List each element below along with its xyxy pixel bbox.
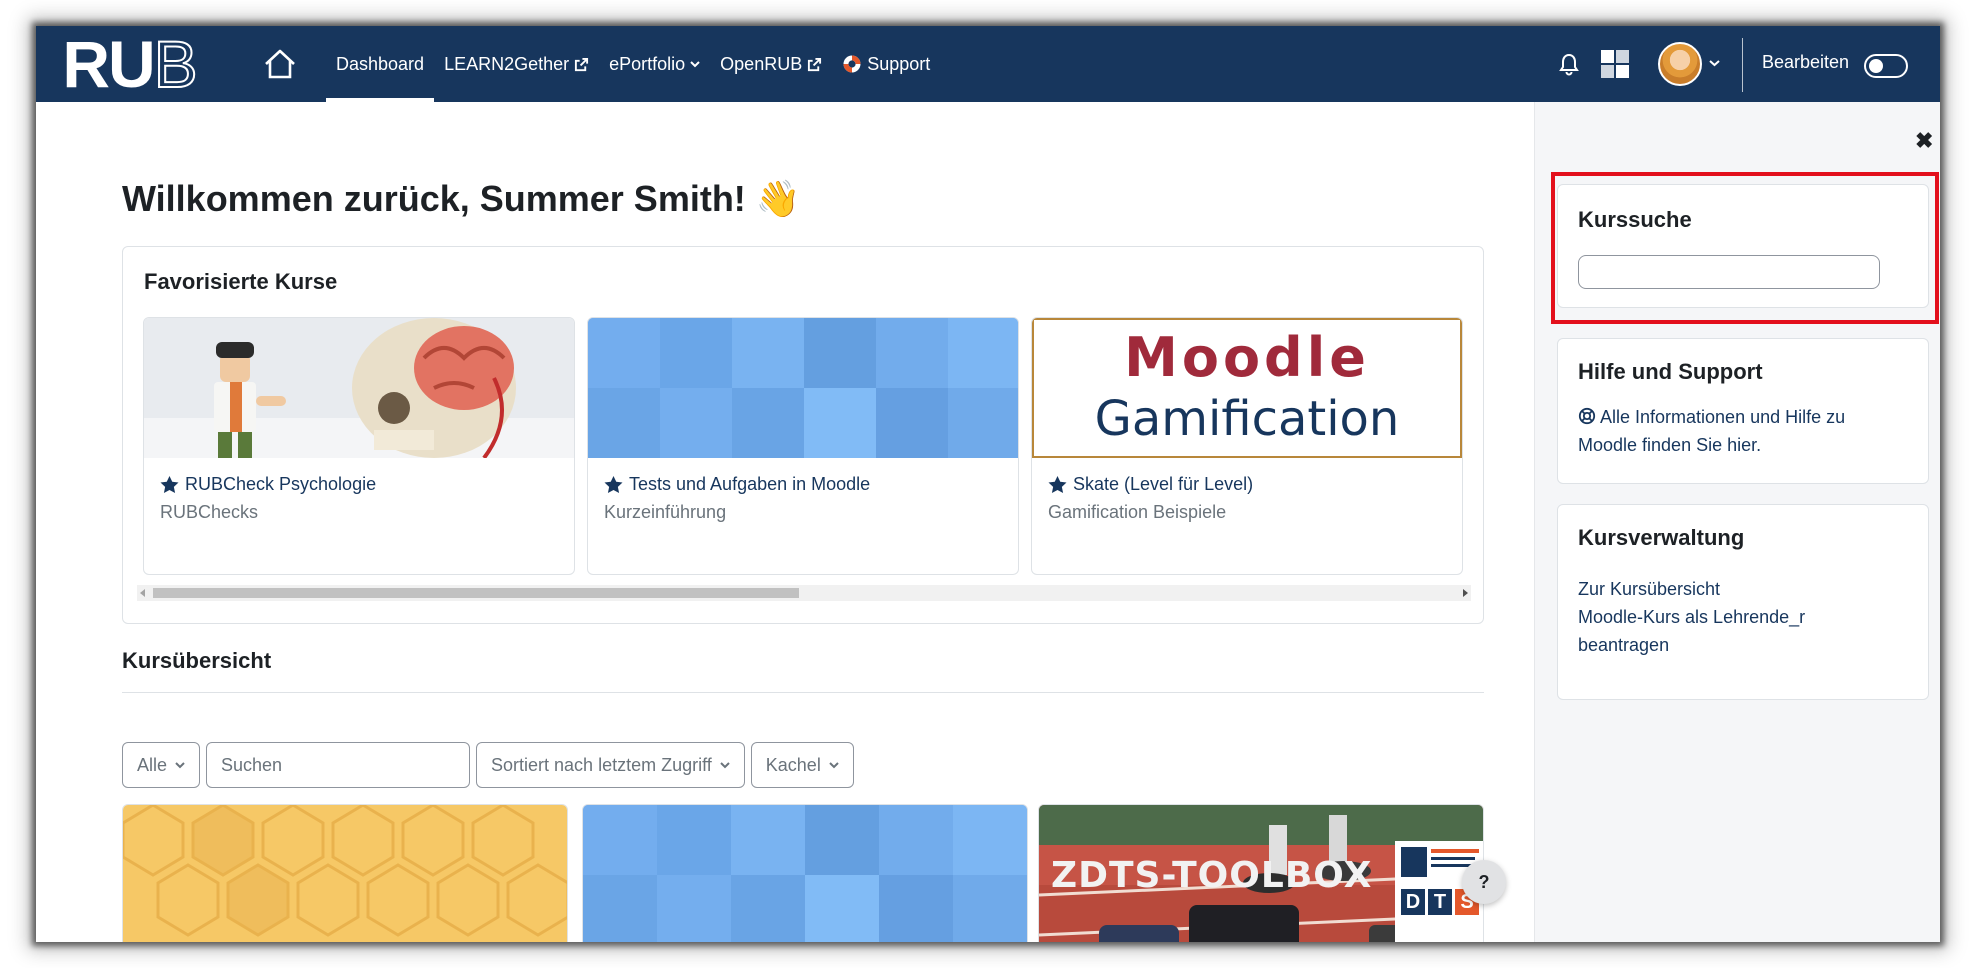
request-link-line-2: beantragen [1578, 635, 1670, 655]
course-admin-block: Kursverwaltung Zur Kursübersicht Moodle-… [1557, 504, 1929, 700]
star-icon[interactable] [604, 475, 623, 494]
welcome-text: Willkommen zurück, Summer Smith! 👋 [122, 178, 801, 219]
top-navbar: RU B Dashboard LEARN2Gether ePortfolio Op… [36, 26, 1940, 102]
nav-eportfolio[interactable]: ePortfolio [599, 26, 710, 102]
star-icon[interactable] [160, 475, 179, 494]
favourite-courses-title: Favorisierte Kurse [144, 269, 338, 294]
course-card[interactable] [122, 804, 568, 942]
badge-letter: D [1401, 889, 1425, 915]
nav-learn2gether-label: LEARN2Gether [444, 53, 570, 74]
divider [122, 692, 1484, 693]
favourite-courses-carousel: RUBCheck Psychologie RUBChecks Tests und… [143, 317, 1465, 577]
gamification-wordmark: Gamification [1094, 391, 1400, 447]
avatar[interactable] [1658, 42, 1702, 86]
chevron-down-icon [175, 762, 185, 769]
course-image[interactable]: Moodle Gamification [1032, 318, 1462, 458]
course-card[interactable]: Tests und Aufgaben in Moodle Kurzeinführ… [587, 317, 1019, 575]
scroll-right-arrow[interactable] [1463, 589, 1468, 597]
course-card[interactable]: Moodle Gamification Skate (Level für Lev… [1031, 317, 1463, 575]
view-value: Kachel [765, 754, 821, 775]
course-category: Gamification Beispiele [1048, 502, 1227, 522]
course-image[interactable] [144, 318, 574, 458]
course-category: RUBChecks [160, 502, 259, 522]
course-overview-filters: Alle Suchen Sortiert nach letztem Zugrif… [122, 742, 860, 788]
scroll-left-arrow[interactable] [140, 589, 145, 597]
sort-dropdown[interactable]: Sortiert nach letztem Zugriff [476, 742, 745, 788]
help-button[interactable]: ? [1462, 860, 1506, 904]
external-link-icon [575, 57, 589, 71]
course-image[interactable] [588, 318, 1018, 458]
edit-mode-label: Bearbeiten [1762, 52, 1850, 72]
primary-navigation: Dashboard LEARN2Gether ePortfolio OpenRU… [326, 26, 940, 102]
nav-eportfolio-label: ePortfolio [609, 53, 686, 74]
course-image[interactable] [583, 805, 1028, 942]
highlight-box [1551, 172, 1939, 324]
edit-mode-toggle[interactable] [1864, 54, 1908, 78]
moodle-wordmark: Moodle [1124, 326, 1370, 389]
block-drawer-icon[interactable] [1600, 49, 1630, 79]
sort-value: Sortiert nach letztem Zugriff [491, 754, 712, 775]
course-overview-link[interactable]: Zur Kursübersicht [1578, 575, 1720, 603]
carousel-scrollbar[interactable] [137, 585, 1471, 601]
course-search-input[interactable]: Suchen [206, 742, 471, 788]
lifebuoy-icon [843, 55, 861, 73]
nav-dashboard[interactable]: Dashboard [326, 26, 435, 102]
chevron-down-icon[interactable] [1709, 59, 1720, 67]
zdts-toolbox-overlay: ZDTS-TOOLBOX [1051, 855, 1373, 896]
close-icon[interactable]: ✖ [1915, 128, 1933, 154]
page-title: Willkommen zurück, Summer Smith! 👋 [122, 178, 801, 220]
course-name: RUBCheck Psychologie [185, 474, 377, 494]
nav-dashboard-label: Dashboard [336, 53, 425, 74]
course-name: Skate (Level für Level) [1073, 474, 1254, 494]
help-info-link[interactable]: Alle Informationen und Hilfe zu Moodle f… [1578, 403, 1845, 459]
course-name-link[interactable]: Skate (Level für Level) [1048, 474, 1253, 495]
nav-learn2gether[interactable]: LEARN2Gether [434, 26, 599, 102]
course-category: Kurzeinführung [604, 502, 727, 522]
course-card[interactable]: RUBCheck Psychologie RUBChecks [143, 317, 575, 575]
request-link-line-1: Moodle-Kurs als Lehrende_r [1578, 607, 1806, 627]
nav-openrub-label: OpenRUB [720, 53, 803, 74]
browser-viewport: RU B Dashboard LEARN2Gether ePortfolio Op… [36, 26, 1940, 942]
help-support-block: Hilfe und Support Alle Informationen und… [1557, 338, 1929, 484]
view-dropdown[interactable]: Kachel [750, 742, 854, 788]
navbar-divider [1742, 38, 1743, 92]
course-name-link[interactable]: Tests und Aufgaben in Moodle [604, 474, 870, 495]
star-icon[interactable] [1048, 475, 1067, 494]
course-card[interactable]: ZDTS-TOOLBOX D T S [1038, 804, 1484, 942]
rub-logo[interactable]: RU B [54, 30, 204, 98]
block-drawer: ✖ Kurssuche Hilfe und Support Alle Infor… [1534, 102, 1940, 942]
nav-support[interactable]: Support [832, 26, 940, 102]
block-title: Kursverwaltung [1578, 525, 1745, 550]
scrollbar-thumb[interactable] [153, 588, 799, 598]
block-title: Hilfe und Support [1578, 359, 1763, 384]
course-image[interactable] [123, 805, 568, 942]
grouping-dropdown[interactable]: Alle [122, 742, 201, 788]
course-name: Tests und Aufgaben in Moodle [629, 474, 871, 494]
main-content: Willkommen zurück, Summer Smith! 👋 Favor… [36, 102, 1534, 942]
request-course-link[interactable]: Moodle-Kurs als Lehrende_r beantragen [1578, 603, 1805, 659]
grouping-value: Alle [137, 754, 168, 775]
favourite-courses-block: Favorisierte Kurse RUBCheck Psychologie … [122, 246, 1484, 624]
search-placeholder: Suchen [221, 754, 283, 775]
chevron-down-icon [829, 762, 839, 769]
help-link-line-2: Moodle finden Sie hier. [1578, 435, 1762, 455]
nav-openrub[interactable]: OpenRUB [710, 26, 832, 102]
chevron-down-icon [690, 61, 700, 68]
home-icon[interactable] [260, 44, 300, 84]
lifebuoy-icon [1578, 407, 1596, 425]
course-name-link[interactable]: RUBCheck Psychologie [160, 474, 376, 495]
help-link-line-1: Alle Informationen und Hilfe zu [1600, 407, 1846, 427]
course-card[interactable] [582, 804, 1028, 942]
chevron-down-icon [720, 762, 730, 769]
course-overview-title: Kursübersicht [122, 648, 272, 673]
external-link-icon [808, 57, 822, 71]
bell-icon[interactable] [1558, 52, 1580, 76]
nav-support-label: Support [867, 53, 931, 74]
badge-letter: T [1428, 889, 1452, 915]
